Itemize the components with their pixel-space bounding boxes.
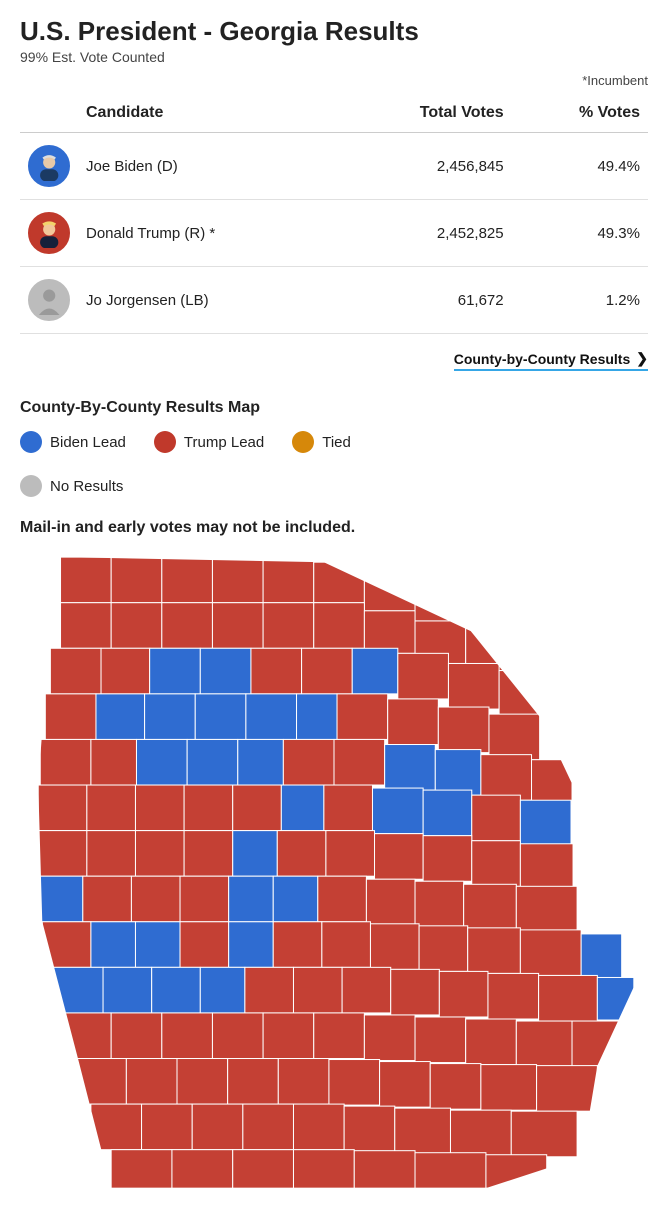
map-svg	[20, 547, 648, 1195]
legend-item-tied: Tied	[292, 431, 351, 453]
county-by-county-label: County-by-County Results	[454, 351, 631, 367]
legend-dot-trump	[154, 431, 176, 453]
legend-label: Tied	[322, 434, 351, 451]
legend-label: Trump Lead	[184, 434, 264, 451]
avatar-jorgensen	[28, 279, 70, 321]
legend-item-biden: Biden Lead	[20, 431, 126, 453]
legend-label: Biden Lead	[50, 434, 126, 451]
county-by-county-link[interactable]: County-by-County Results ❯	[454, 350, 648, 371]
candidate-pct: 1.2%	[512, 267, 648, 334]
table-row: Jo Jorgensen (LB) 61,672 1.2%	[20, 267, 648, 334]
georgia-county-map[interactable]	[20, 547, 648, 1195]
col-candidate: Candidate	[78, 94, 335, 133]
col-avatar	[20, 94, 78, 133]
candidate-pct: 49.3%	[512, 200, 648, 267]
avatar-trump	[28, 212, 70, 254]
legend-label: No Results	[50, 478, 123, 495]
chevron-right-icon: ❯	[636, 350, 648, 367]
candidate-total: 2,452,825	[335, 200, 512, 267]
table-row: Donald Trump (R) * 2,452,825 49.3%	[20, 200, 648, 267]
results-table: Candidate Total Votes % Votes Joe Biden …	[20, 94, 648, 334]
incumbent-note: *Incumbent	[20, 73, 648, 88]
legend-item-none: No Results	[20, 475, 648, 497]
candidate-name: Donald Trump (R) *	[78, 200, 335, 267]
legend-dot-tied	[292, 431, 314, 453]
candidate-name: Jo Jorgensen (LB)	[78, 267, 335, 334]
candidate-pct: 49.4%	[512, 133, 648, 200]
avatar-biden	[28, 145, 70, 187]
vote-counted-subtitle: 99% Est. Vote Counted	[20, 49, 648, 65]
candidate-name: Joe Biden (D)	[78, 133, 335, 200]
legend-dot-none	[20, 475, 42, 497]
legend-item-trump: Trump Lead	[154, 431, 264, 453]
candidate-total: 61,672	[335, 267, 512, 334]
map-legend: Biden Lead Trump Lead Tied No Results	[20, 431, 648, 497]
col-pct-votes: % Votes	[512, 94, 648, 133]
page-title: U.S. President - Georgia Results	[20, 16, 648, 47]
map-section-heading: County-By-County Results Map	[20, 399, 648, 417]
legend-dot-biden	[20, 431, 42, 453]
col-total-votes: Total Votes	[335, 94, 512, 133]
table-row: Joe Biden (D) 2,456,845 49.4%	[20, 133, 648, 200]
mail-in-warning: Mail-in and early votes may not be inclu…	[20, 519, 648, 537]
candidate-total: 2,456,845	[335, 133, 512, 200]
